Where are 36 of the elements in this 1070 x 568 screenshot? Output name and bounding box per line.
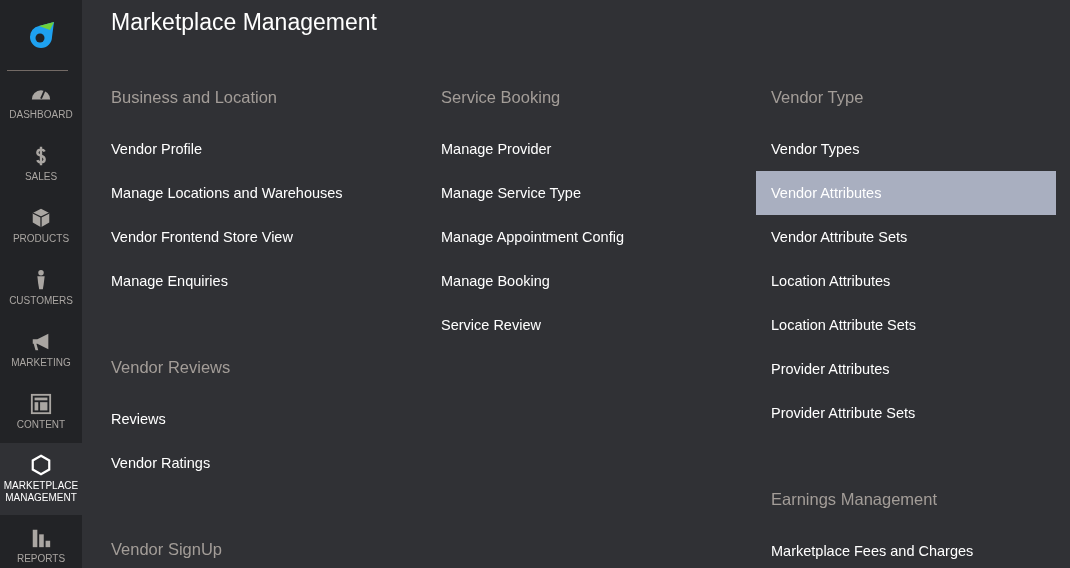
group-heading: Vendor Reviews xyxy=(111,357,232,378)
menu-link[interactable]: Location Attributes xyxy=(756,259,1056,303)
layout-icon xyxy=(30,392,52,415)
sidebar-item[interactable]: SALES xyxy=(0,133,82,195)
sidebar-item[interactable]: MARKETPLACE MANAGEMENT xyxy=(0,443,82,515)
menu-link[interactable]: Location Attribute Sets xyxy=(756,303,1056,347)
group-heading: Vendor Type xyxy=(771,87,865,108)
menu-link[interactable]: Provider Attribute Sets xyxy=(756,391,1056,435)
sidebar-item[interactable]: MARKETING xyxy=(0,319,82,381)
menu-link[interactable]: Vendor Frontend Store View xyxy=(96,215,396,259)
menu-link[interactable]: Manage Enquiries xyxy=(96,259,396,303)
box-icon xyxy=(30,206,52,229)
menu-link[interactable]: Provider Attributes xyxy=(756,347,1056,391)
sidebar-item[interactable]: CONTENT xyxy=(0,381,82,443)
sidebar-item[interactable]: CUSTOMERS xyxy=(0,257,82,319)
group-heading: Service Booking xyxy=(441,87,562,108)
page-title: Marketplace Management xyxy=(111,8,378,36)
sidebar-item[interactable]: PRODUCTS xyxy=(0,195,82,257)
group-heading: Vendor SignUp xyxy=(111,539,223,560)
menu-link[interactable]: Manage Locations and Warehouses xyxy=(96,171,396,215)
menu-link[interactable]: Manage Provider xyxy=(426,127,726,171)
menu-link[interactable]: Vendor Profile xyxy=(96,127,396,171)
menu-link[interactable]: Vendor Attribute Sets xyxy=(756,215,1056,259)
menu-link[interactable]: Service Review xyxy=(426,303,726,347)
sidebar-item[interactable]: DASHBOARD xyxy=(0,71,82,133)
menu-link[interactable]: Vendor Ratings xyxy=(96,441,396,485)
hexagon-icon xyxy=(30,453,52,476)
menu-link[interactable]: Vendor Types xyxy=(756,127,1056,171)
menu-link[interactable]: Manage Appointment Config xyxy=(426,215,726,259)
menu-link[interactable]: Manage Booking xyxy=(426,259,726,303)
menu-link[interactable]: Marketplace Fees and Charges xyxy=(756,529,1056,568)
sidebar-item[interactable]: REPORTS xyxy=(0,515,82,568)
menu-link[interactable]: Reviews xyxy=(96,397,396,441)
group-heading: Earnings Management xyxy=(771,489,938,510)
group-heading: Business and Location xyxy=(111,87,279,108)
menu-link[interactable]: Manage Service Type xyxy=(426,171,726,215)
